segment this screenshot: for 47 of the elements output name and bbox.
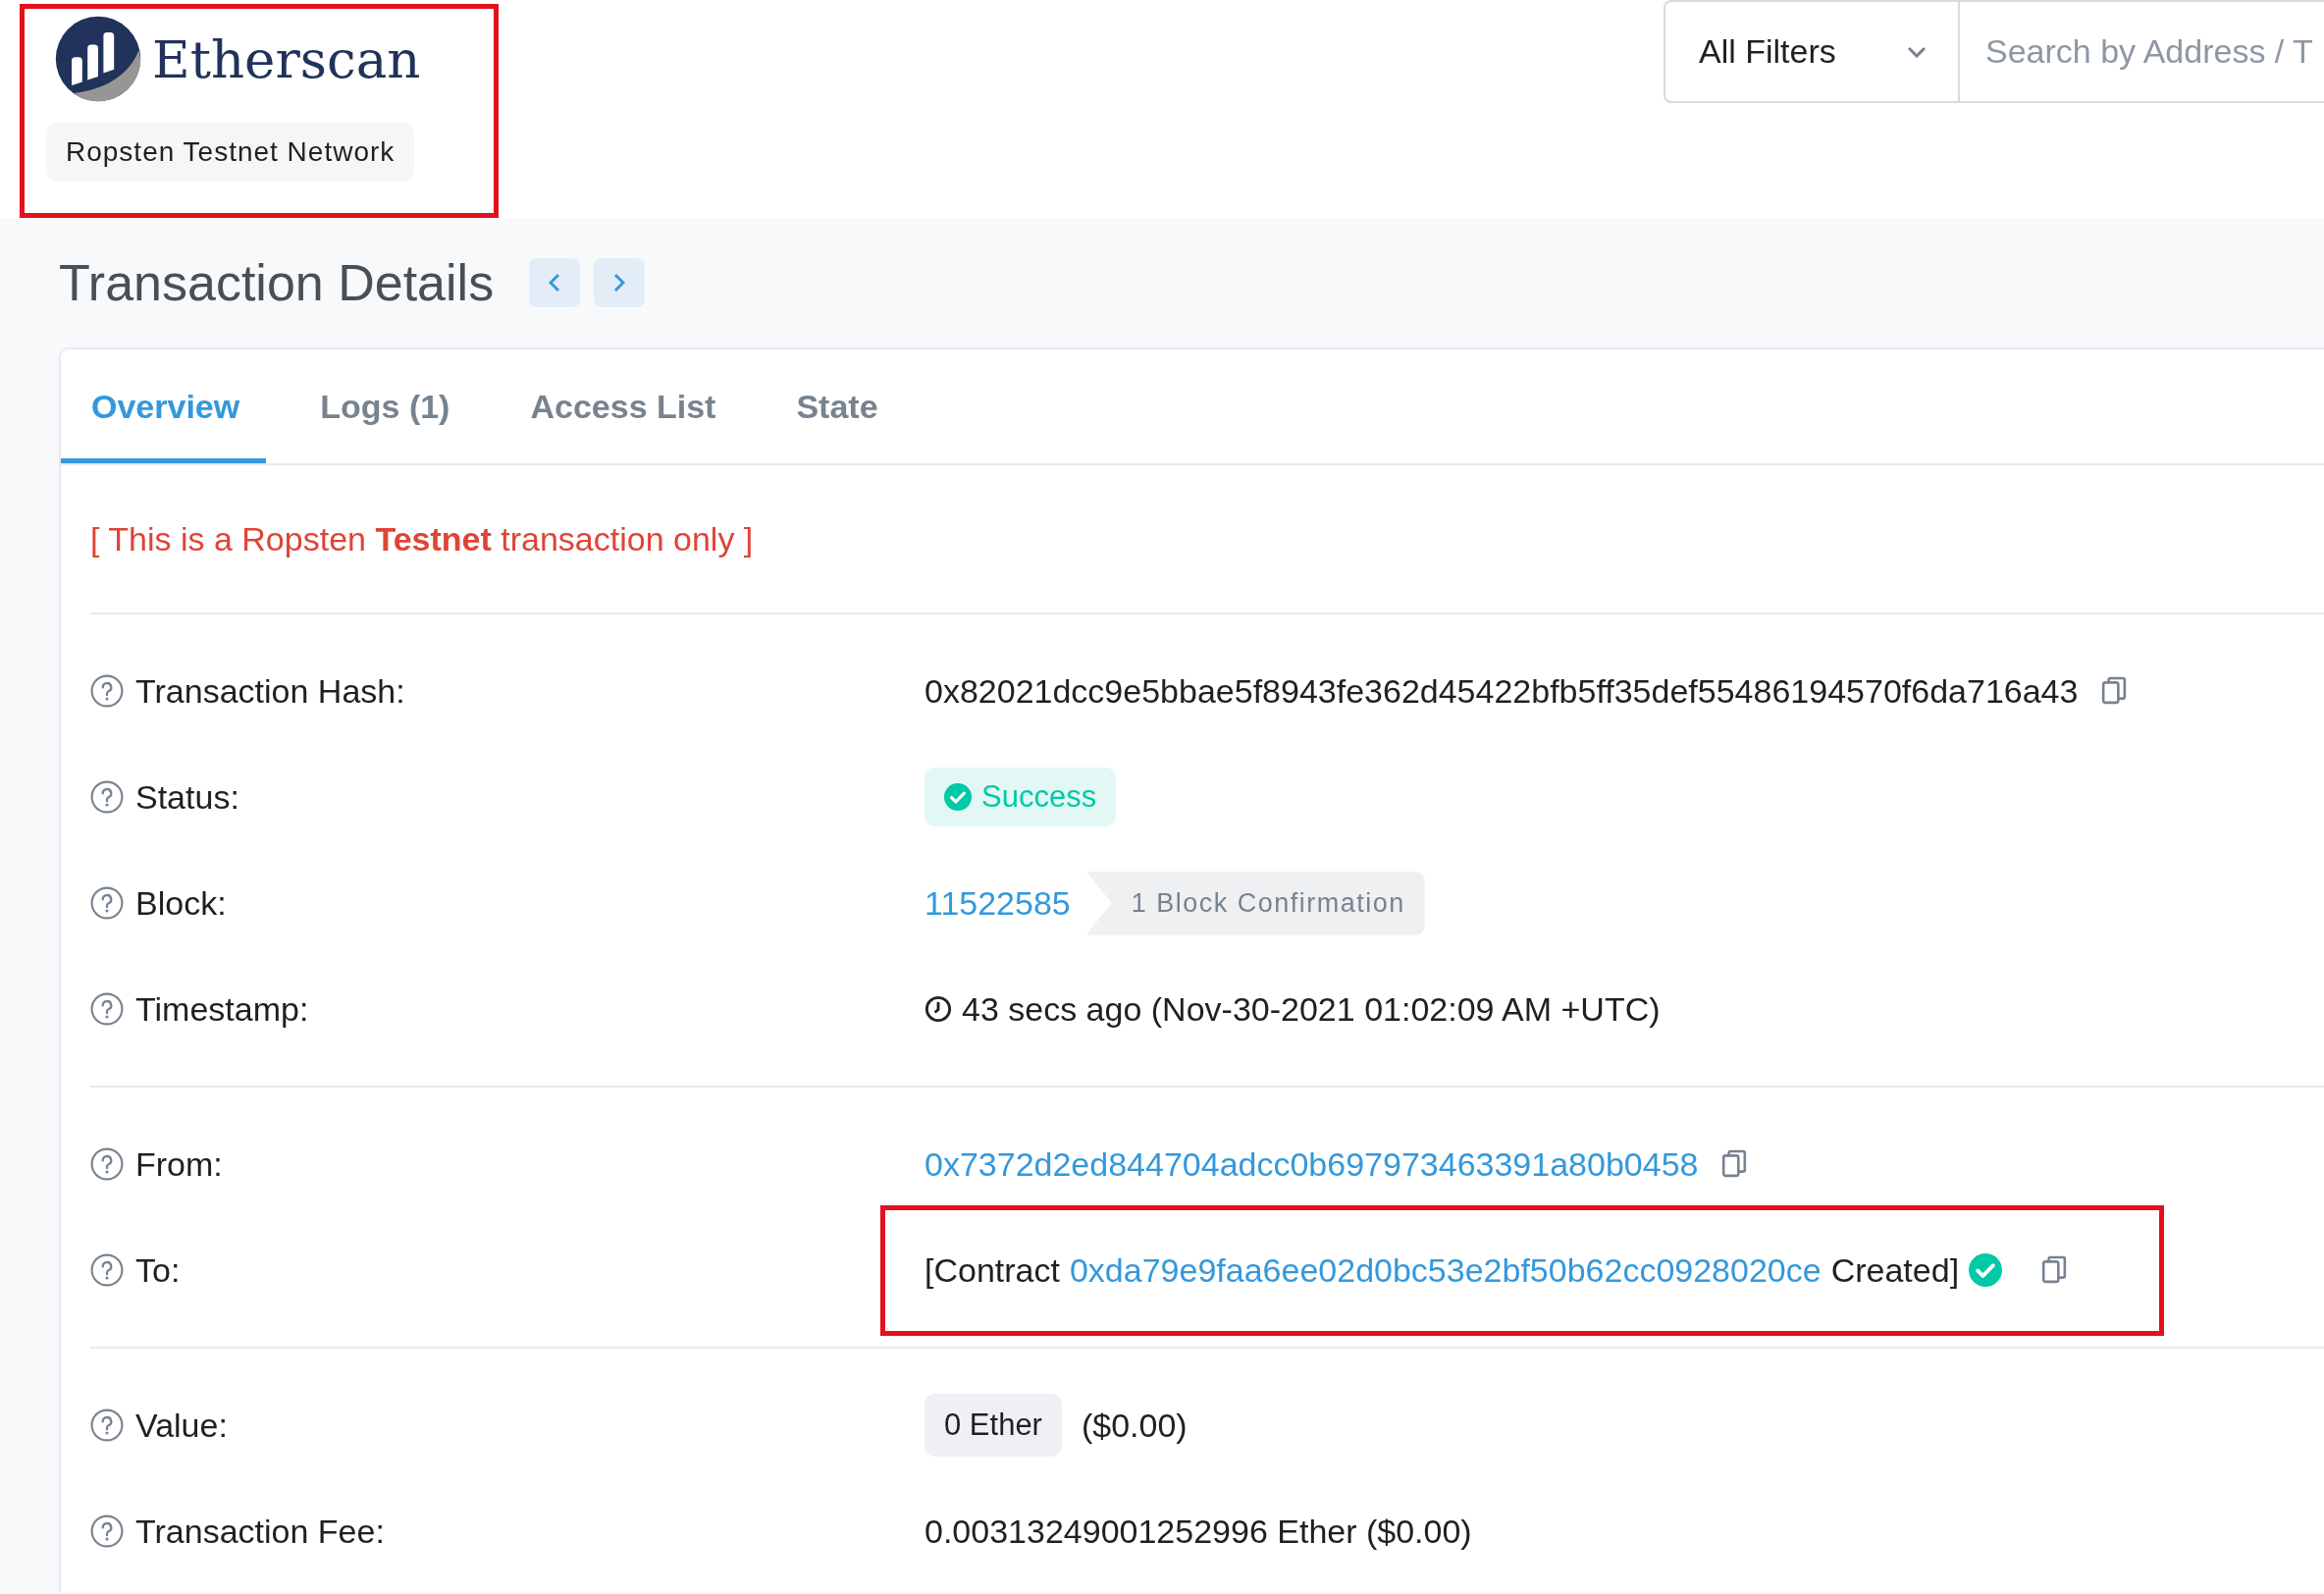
fiat-value: ($0.00) bbox=[1081, 1406, 1188, 1445]
help-icon[interactable] bbox=[90, 1408, 124, 1442]
tab[interactable]: Overview bbox=[61, 349, 267, 463]
field-value: 43 secs ago (Nov-30-2021 01:02:09 AM +UTC) bbox=[962, 989, 1661, 1029]
page-title: Transaction Details bbox=[59, 253, 495, 312]
tab[interactable]: Access List bbox=[500, 349, 743, 463]
chevron-right-icon bbox=[613, 273, 626, 292]
search-field[interactable]: Search by Address / T bbox=[1960, 0, 2324, 103]
logo-wordmark[interactable]: Etherscan bbox=[152, 28, 421, 89]
status-badge: Success bbox=[924, 768, 1117, 826]
tab[interactable]: State bbox=[766, 349, 905, 463]
field-value: Created] bbox=[1830, 1250, 1960, 1290]
field-label: Transaction Fee: bbox=[135, 1512, 385, 1551]
testnet-notice: [ This is a Ropsten Testnet transaction only ] bbox=[90, 519, 754, 558]
field-label: To: bbox=[135, 1250, 181, 1290]
copy-icon[interactable] bbox=[1721, 1148, 1748, 1180]
address-link[interactable]: 0x7372d2ed844704adcc0b697973463391a80b0458 bbox=[924, 1144, 1699, 1184]
help-icon[interactable] bbox=[90, 674, 124, 708]
contract-link[interactable]: 0xda79e9faa6ee02d0bc53e2bf50b62cc0928020ce bbox=[1069, 1250, 1822, 1290]
field-label: Transaction Hash: bbox=[135, 671, 405, 711]
network-badge: Ropsten Testnet Network bbox=[46, 123, 415, 182]
field-label: Block: bbox=[135, 883, 227, 923]
field-label: Value: bbox=[135, 1406, 228, 1445]
chevron-left-icon bbox=[549, 273, 561, 292]
check-circle-icon bbox=[944, 783, 972, 811]
help-icon[interactable] bbox=[90, 1147, 124, 1181]
help-icon[interactable] bbox=[90, 1253, 124, 1287]
field-value: 0x82021dcc9e5bbae5f8943fe362d45422bfb5ff35def55486194570f6da716a43 bbox=[924, 671, 2079, 711]
field-label: From: bbox=[135, 1144, 223, 1184]
copy-icon[interactable] bbox=[2101, 675, 2128, 707]
clock-icon bbox=[924, 995, 952, 1023]
tab[interactable]: Logs (1) bbox=[290, 349, 477, 463]
amount-badge: 0 Ether bbox=[924, 1394, 1062, 1457]
block-link[interactable]: 11522585 bbox=[924, 883, 1071, 923]
help-icon[interactable] bbox=[90, 1514, 124, 1548]
help-icon[interactable] bbox=[90, 886, 124, 920]
copy-icon[interactable] bbox=[2041, 1254, 2068, 1286]
logo-icon[interactable] bbox=[54, 15, 142, 103]
help-icon[interactable] bbox=[90, 780, 124, 814]
field-label: Timestamp: bbox=[135, 989, 309, 1029]
chevron-down-icon bbox=[1907, 45, 1927, 58]
field-value: 0.00313249001252996 Ether ($0.00) bbox=[924, 1512, 1472, 1551]
field-label: Status: bbox=[135, 777, 239, 817]
confirmation-tag: 1 Block Confirmation bbox=[1085, 871, 1425, 935]
help-icon[interactable] bbox=[90, 992, 124, 1026]
field-value: [Contract bbox=[924, 1250, 1060, 1290]
filter-dropdown[interactable]: All Filters bbox=[1664, 0, 1960, 103]
